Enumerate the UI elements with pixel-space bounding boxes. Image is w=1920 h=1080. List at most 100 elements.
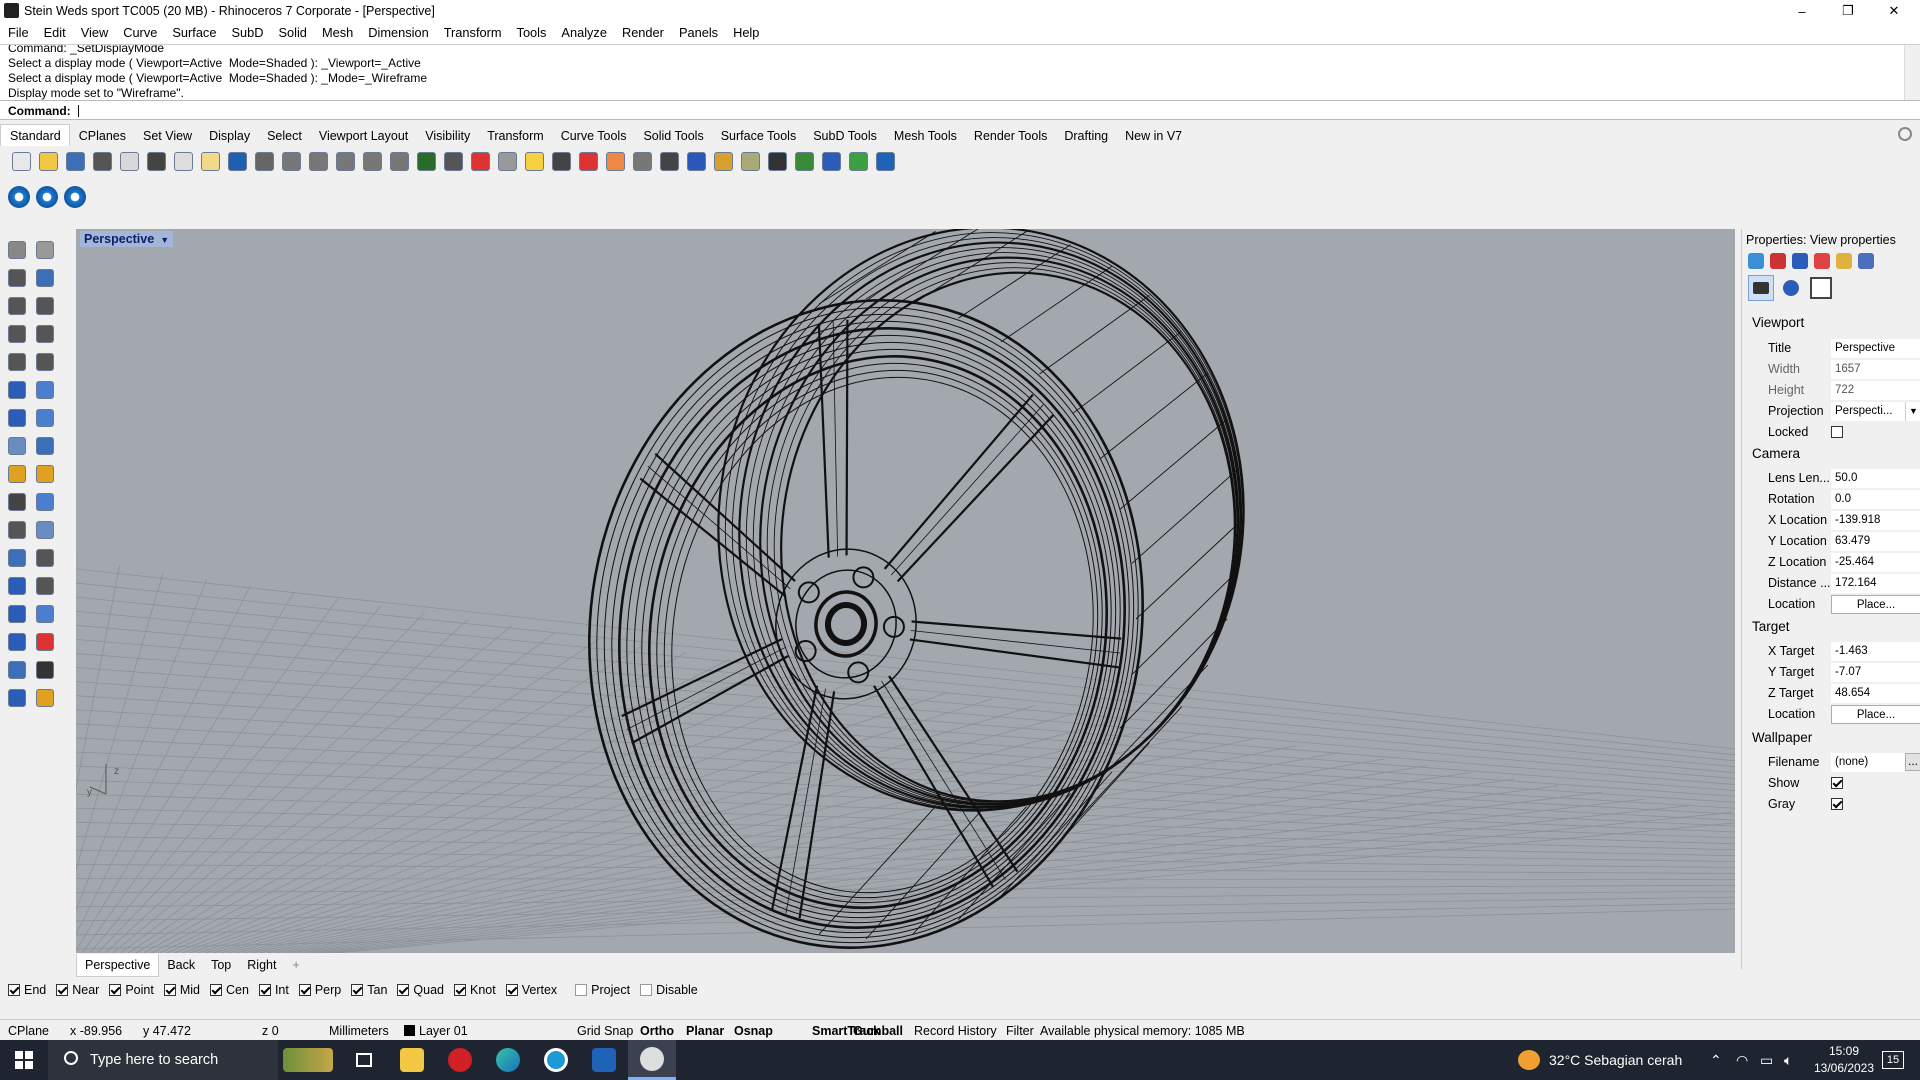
tab-select[interactable]: Select: [258, 125, 310, 147]
menu-subd[interactable]: SubD: [223, 22, 270, 40]
menu-tools[interactable]: Tools: [509, 22, 554, 40]
edge-icon[interactable]: [484, 1040, 532, 1080]
color-wheel-icon[interactable]: [1748, 253, 1764, 269]
tab-cplanes[interactable]: CPlanes: [70, 125, 134, 147]
render-sphere-icon[interactable]: [683, 148, 710, 174]
osnap-vertex-checkbox[interactable]: [505, 984, 518, 996]
title-field[interactable]: Perspective: [1831, 338, 1920, 358]
layer-indicator[interactable]: Layer 01: [404, 1024, 468, 1038]
layer-icon[interactable]: [575, 148, 602, 174]
osnap-knot-checkbox[interactable]: [454, 984, 466, 996]
rotate-view-icon[interactable]: [278, 148, 305, 174]
lens-length-field[interactable]: 50.0: [1831, 468, 1920, 488]
osnap-mid-checkbox[interactable]: [163, 984, 176, 996]
osnap-end-checkbox[interactable]: [8, 984, 20, 996]
named-views-icon[interactable]: [1780, 277, 1802, 299]
material-sphere-icon[interactable]: [710, 148, 737, 174]
zoom-extents-icon[interactable]: [359, 148, 386, 174]
menu-edit[interactable]: Edit: [36, 22, 73, 40]
tab-display[interactable]: Display: [200, 125, 258, 147]
render-icon[interactable]: [1792, 253, 1808, 269]
light-icon[interactable]: [602, 148, 629, 174]
gumball-toggle[interactable]: Gumball: [853, 1024, 903, 1038]
dimension-icon[interactable]: [31, 572, 59, 600]
join-icon[interactable]: [3, 516, 31, 544]
solid-edit-icon[interactable]: [31, 432, 59, 460]
record-history-toggle[interactable]: Record History: [914, 1024, 997, 1038]
drafting-tool-icon[interactable]: [31, 684, 59, 712]
camera-icon[interactable]: [764, 148, 791, 174]
menu-curve[interactable]: Curve: [115, 22, 164, 40]
taskbar-search-input[interactable]: Type here to search: [48, 1040, 278, 1080]
camera-icon[interactable]: [1748, 275, 1774, 301]
command-line[interactable]: Command:: [0, 100, 1920, 120]
distance-field[interactable]: 172.164: [1831, 573, 1920, 593]
history-scrollbar[interactable]: [1904, 45, 1920, 100]
target-place-button[interactable]: Place...: [1831, 704, 1920, 724]
ortho-toggle[interactable]: Ortho: [640, 1024, 674, 1038]
tab-solid-tools[interactable]: Solid Tools: [634, 125, 711, 147]
tab-surface-tools[interactable]: Surface Tools: [712, 125, 805, 147]
tab-view-top[interactable]: Top: [203, 954, 239, 976]
curve-edit-icon[interactable]: [31, 264, 59, 292]
tab-set-view[interactable]: Set View: [134, 125, 200, 147]
circle-icon[interactable]: [3, 292, 31, 320]
polyline-icon[interactable]: [3, 264, 31, 292]
select-icon[interactable]: [3, 236, 31, 264]
print-icon[interactable]: [89, 148, 116, 174]
polygon-icon[interactable]: [3, 320, 31, 348]
wallpaper-icon[interactable]: [1810, 277, 1832, 299]
points-on-icon[interactable]: [521, 148, 548, 174]
windows-start-icon[interactable]: [0, 1040, 48, 1080]
block-icon[interactable]: [31, 628, 59, 656]
rhino-taskbar-icon[interactable]: [628, 1040, 676, 1080]
z-location-field[interactable]: -25.464: [1831, 552, 1920, 572]
z-target-field[interactable]: 48.654: [1831, 683, 1920, 703]
osnap-tan-checkbox[interactable]: [351, 984, 364, 996]
osnap-near[interactable]: Near: [56, 982, 99, 998]
grid-snap-toggle[interactable]: Grid Snap: [577, 1024, 633, 1038]
subd-icon[interactable]: [31, 460, 59, 488]
osnap-end[interactable]: End: [8, 982, 46, 998]
tab-drafting[interactable]: Drafting: [1055, 125, 1116, 147]
grid-icon[interactable]: [494, 148, 521, 174]
weather-text[interactable]: 32°C Sebagian cerah: [1549, 1052, 1682, 1068]
battery-icon[interactable]: ▭: [1760, 1052, 1773, 1069]
new-icon[interactable]: [8, 148, 35, 174]
tab-mesh-tools[interactable]: Mesh Tools: [885, 125, 965, 147]
dimension-icon[interactable]: [818, 148, 845, 174]
chevron-up-icon[interactable]: ⌃: [1710, 1052, 1722, 1069]
cut-icon[interactable]: [143, 148, 170, 174]
perspective-viewport[interactable]: Perspective ▼ y z: [76, 229, 1735, 953]
tab-view-back[interactable]: Back: [159, 954, 203, 976]
tab-subd-tools[interactable]: SubD Tools: [804, 125, 885, 147]
cplane-label[interactable]: CPlane: [8, 1024, 49, 1038]
align-icon[interactable]: [31, 600, 59, 628]
zoom-window-icon[interactable]: [332, 148, 359, 174]
lock-icon[interactable]: [548, 148, 575, 174]
globe-icon[interactable]: [845, 148, 872, 174]
menu-surface[interactable]: Surface: [164, 22, 223, 40]
filter-toggle[interactable]: Filter: [1006, 1024, 1034, 1038]
menu-file[interactable]: File: [0, 22, 36, 40]
volume-icon[interactable]: 🔈︎: [1784, 1052, 1792, 1069]
chevron-down-icon[interactable]: ▼: [1905, 401, 1920, 421]
x-target-field[interactable]: -1.463: [1831, 641, 1920, 661]
lock-object-icon[interactable]: [629, 148, 656, 174]
add-view-icon[interactable]: +: [284, 954, 307, 976]
split-icon[interactable]: [31, 488, 59, 516]
menu-help[interactable]: Help: [725, 22, 766, 40]
import-icon[interactable]: [116, 148, 143, 174]
viewport-title[interactable]: Perspective ▼: [80, 231, 174, 247]
fillet-curve-icon[interactable]: [31, 348, 59, 376]
osnap-point[interactable]: Point: [109, 982, 154, 998]
x-location-field[interactable]: -139.918: [1831, 510, 1920, 530]
decal-icon[interactable]: [1814, 253, 1830, 269]
zoom-icon[interactable]: [305, 148, 332, 174]
ellipse-icon[interactable]: [31, 292, 59, 320]
settings-icon[interactable]: [791, 148, 818, 174]
osnap-perp-checkbox[interactable]: [298, 984, 311, 996]
rebuild-icon[interactable]: [3, 544, 31, 572]
maximize-button[interactable]: ❐: [1825, 0, 1871, 22]
tab-visibility[interactable]: Visibility: [416, 125, 478, 147]
